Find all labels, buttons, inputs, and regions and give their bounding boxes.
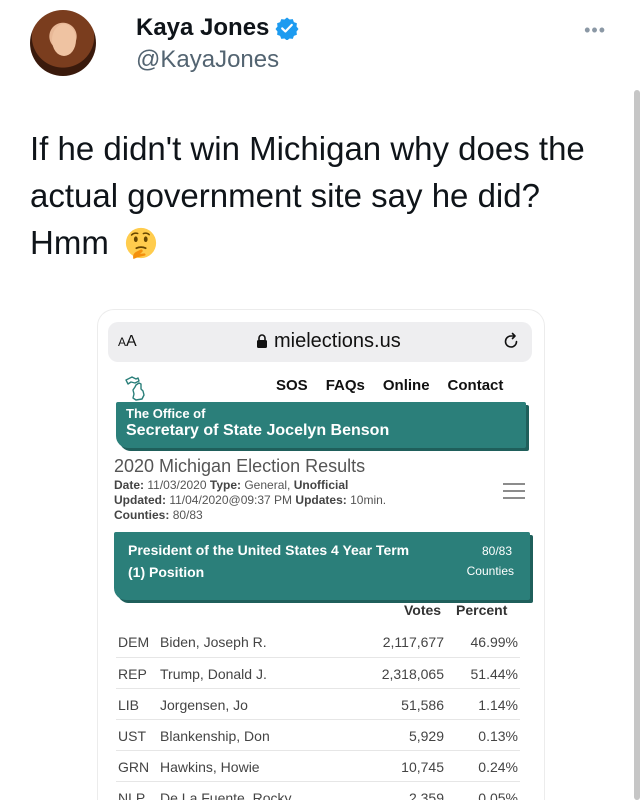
party-code: REP: [118, 666, 147, 682]
vote-percent: 0.05%: [478, 790, 518, 800]
reload-icon[interactable]: [502, 332, 520, 350]
race-positions: (1) Position: [128, 564, 205, 580]
vote-count: 51,586: [401, 697, 444, 713]
party-code: UST: [118, 728, 146, 744]
candidate-name: Hawkins, Howie: [160, 759, 260, 775]
vote-count: 5,929: [408, 728, 444, 744]
table-row[interactable]: DEM Biden, Joseph R. 2,117,677 46.99%: [116, 626, 520, 657]
browser-url-bar[interactable]: AA mielections.us: [108, 322, 532, 362]
party-code: NLP: [118, 790, 146, 800]
avatar[interactable]: [30, 10, 96, 76]
votes-column-header: Votes: [404, 602, 442, 618]
thinking-face-icon: [125, 227, 157, 260]
candidate-name: De La Fuente, Rocky: [160, 790, 292, 800]
party-code: LIB: [118, 697, 140, 713]
michigan-logo-icon[interactable]: [122, 374, 150, 402]
table-row[interactable]: REP Trump, Donald J. 2,318,065 51.44%: [116, 657, 520, 688]
avatar-face: [52, 24, 76, 56]
vote-count: 2,318,065: [381, 666, 444, 682]
tweet-text: If he didn't win Michigan why does the a…: [30, 125, 590, 266]
nav-contact[interactable]: Contact: [448, 377, 504, 394]
display-name[interactable]: Kaya Jones: [136, 14, 299, 42]
party-code: DEM: [118, 634, 150, 650]
user-handle[interactable]: @KayaJones: [136, 46, 279, 74]
nav-online[interactable]: Online: [383, 377, 430, 394]
race-county-count: 80/83: [481, 544, 512, 558]
text-size-button[interactable]: AA: [118, 333, 137, 351]
race-county-label: Counties: [466, 564, 514, 578]
vote-count: 10,745: [401, 759, 444, 775]
party-code: GRN: [118, 759, 150, 775]
office-line1: The Office of: [126, 406, 206, 421]
more-options-icon[interactable]: •••: [584, 20, 606, 41]
tweet-body: If he didn't win Michigan why does the a…: [30, 130, 585, 261]
candidate-name: Jorgensen, Jo: [160, 697, 248, 713]
candidate-name: Trump, Donald J.: [160, 666, 267, 682]
race-header[interactable]: President of the United States 4 Year Te…: [114, 532, 530, 600]
candidate-name: Biden, Joseph R.: [160, 634, 267, 650]
results-table: DEM Biden, Joseph R. 2,117,677 46.99% RE…: [116, 626, 520, 800]
verified-badge-icon: [275, 17, 299, 40]
vote-percent: 51.44%: [470, 666, 518, 682]
office-line2: Secretary of State Jocelyn Benson: [126, 422, 390, 439]
office-banner[interactable]: The Office of Secretary of State Jocelyn…: [116, 402, 526, 448]
table-row[interactable]: NLP De La Fuente, Rocky 2,359 0.05%: [116, 781, 520, 800]
scrollbar[interactable]: [634, 90, 640, 800]
candidate-name: Blankenship, Don: [160, 728, 270, 744]
hamburger-menu-icon[interactable]: [502, 482, 526, 500]
vote-percent: 46.99%: [470, 634, 518, 650]
vote-percent: 0.13%: [478, 728, 518, 744]
site-nav: SOS FAQs Online Contact: [276, 377, 503, 394]
results-title: 2020 Michigan Election Results: [114, 456, 366, 476]
percent-column-header: Percent: [456, 602, 508, 618]
race-title: President of the United States 4 Year Te…: [128, 542, 410, 558]
vote-count: 2,359: [408, 790, 444, 800]
lock-icon: [257, 334, 267, 348]
nav-sos[interactable]: SOS: [276, 377, 308, 394]
display-name-text: Kaya Jones: [136, 14, 270, 41]
results-meta: Date: 11/03/2020 Type: General, Unoffici…: [114, 478, 387, 522]
embedded-screenshot[interactable]: AA mielections.us SOS FAQs Online Contac…: [98, 310, 544, 800]
table-row[interactable]: UST Blankenship, Don 5,929 0.13%: [116, 719, 520, 750]
vote-count: 2,117,677: [382, 634, 444, 650]
nav-faqs[interactable]: FAQs: [326, 377, 365, 394]
url-text: mielections.us: [274, 330, 401, 352]
vote-percent: 1.14%: [478, 697, 518, 713]
vote-percent: 0.24%: [478, 759, 518, 775]
table-row[interactable]: LIB Jorgensen, Jo 51,586 1.14%: [116, 688, 520, 719]
table-row[interactable]: GRN Hawkins, Howie 10,745 0.24%: [116, 750, 520, 781]
